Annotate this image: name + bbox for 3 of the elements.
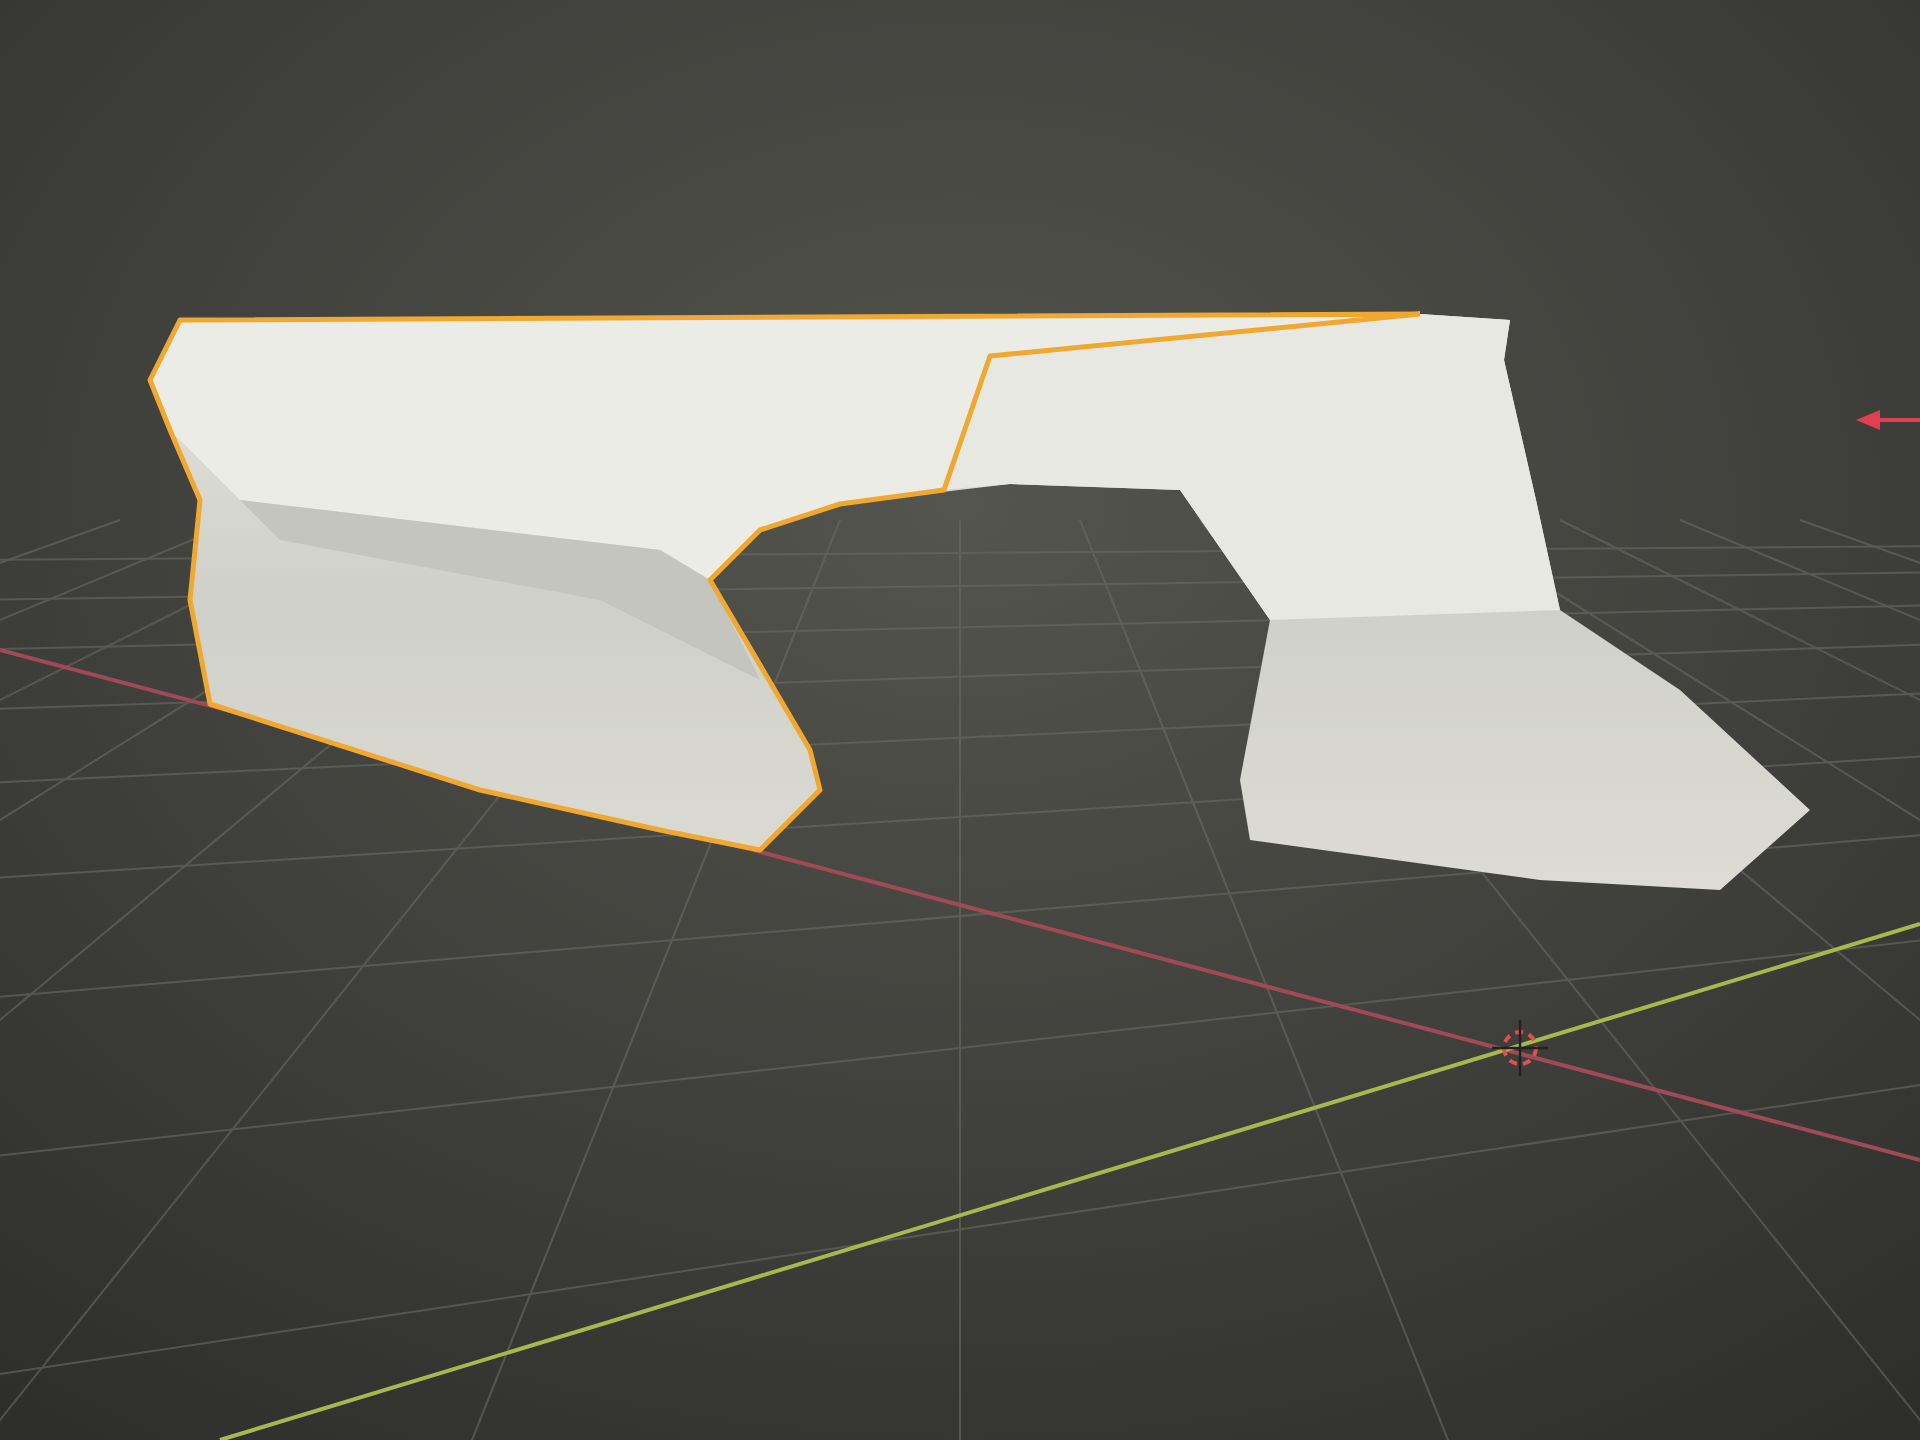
crosshair-icon: [1492, 1020, 1548, 1076]
mesh-drawing[interactable]: [147, 311, 1810, 890]
arrow-icon: [1856, 410, 1920, 430]
